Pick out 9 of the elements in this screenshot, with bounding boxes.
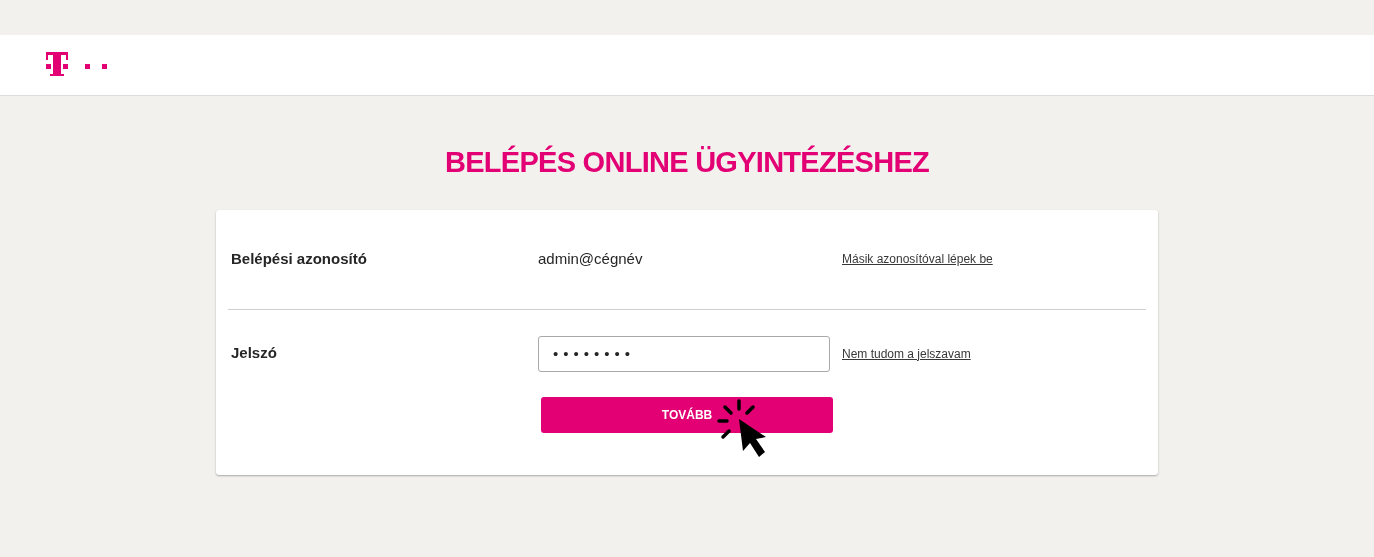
forgot-password-link[interactable]: Nem tudom a jelszavam: [842, 344, 971, 363]
password-field[interactable]: ••••••••: [538, 335, 830, 372]
field-label: Belépési azonosító: [230, 249, 368, 270]
logo-icon[interactable]: [46, 52, 108, 78]
login-id-value: admin@cégnév: [538, 249, 644, 270]
field-label: Jelszó: [230, 343, 278, 364]
page-title: BELÉPÉS ONLINE ÜGYINTÉZÉSHEZ: [444, 144, 929, 180]
submit-button[interactable]: TOVÁBB: [541, 397, 833, 433]
switch-account-link[interactable]: Másik azonosítóval lépek be: [842, 249, 993, 268]
